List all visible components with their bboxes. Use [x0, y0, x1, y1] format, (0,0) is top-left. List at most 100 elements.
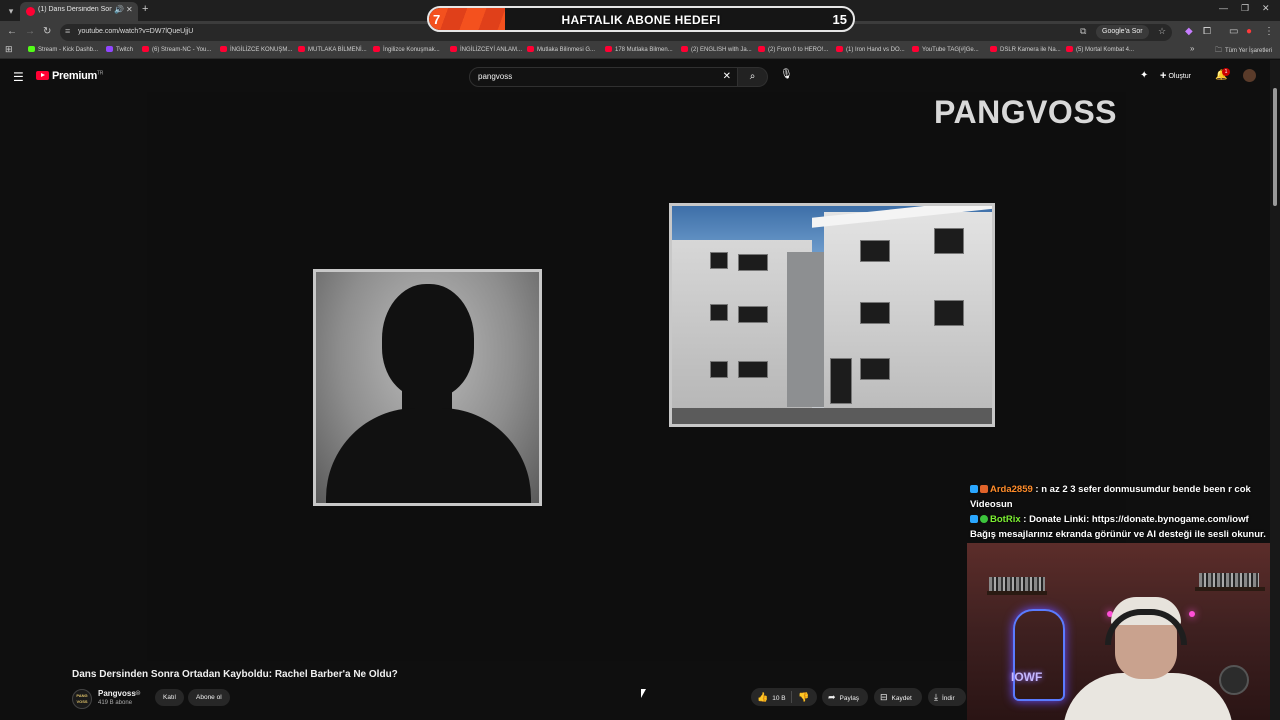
building-window [710, 361, 728, 378]
like-divider [791, 691, 792, 703]
youtube-logo-icon[interactable] [36, 71, 49, 80]
building-window [934, 228, 964, 254]
bookmark-item[interactable]: Twitch [106, 46, 133, 53]
bookmark-item[interactable]: YouTube TAG[#]Ge... [912, 46, 979, 53]
site-info-icon[interactable]: ≡ [65, 26, 70, 36]
cam-neon-light [1189, 611, 1195, 617]
reload-icon[interactable]: ↻ [43, 26, 51, 37]
join-button[interactable]: Katıl [155, 689, 185, 706]
bookmark-item[interactable]: İNGİLİZCE KONUŞM... [220, 46, 292, 53]
bookmark-label: Twitch [116, 47, 134, 53]
profile-icon[interactable]: ● [1246, 26, 1252, 37]
bookmark-item[interactable]: İngilizce Konuşmak... [373, 46, 440, 53]
download-button[interactable]: ⤓ İndir [928, 688, 966, 706]
google-ask-button[interactable]: Google'a Sor [1096, 25, 1149, 39]
subscriber-goal-bar: 7 HAFTALIK ABONE HEDEFI 15 [427, 6, 855, 32]
tab-audio-icon[interactable]: 🔊 [114, 5, 124, 14]
building-photo [669, 203, 995, 427]
tab-search-icon[interactable]: ▾ [5, 5, 17, 17]
voice-search-icon[interactable]: 🎙 [780, 69, 793, 80]
bookmarks-overflow-icon[interactable]: » [1190, 44, 1194, 53]
building-window [738, 254, 768, 271]
bookmark-item[interactable]: (6) Stream-NC - You... [142, 46, 211, 53]
bookmark-item[interactable]: İNGİLİZCEYİ ANLAM... [450, 46, 522, 53]
search-value: pangvoss [478, 72, 513, 81]
bookmark-label: İNGİLİZCE KONUŞM... [230, 47, 293, 53]
like-button[interactable]: 👍 10 B [757, 688, 786, 708]
download-icon: ⤓ [934, 692, 938, 702]
bookmark-label: (6) Stream-NC - You... [152, 47, 212, 53]
cam-neon-sign [1013, 609, 1065, 701]
youtube-masthead: ☰ PremiumTR pangvoss ✕ ⌕ 🎙 ✦ + Oluştur 🔔 … [0, 60, 1270, 92]
building-window [710, 304, 728, 321]
bookmark-star-icon[interactable]: ☆ [1158, 26, 1166, 37]
forward-icon[interactable]: → [25, 26, 35, 37]
bookmark-favicon-icon [527, 46, 534, 52]
bookmark-item[interactable]: (1) Iron Hand vs DO... [836, 46, 905, 53]
bookmark-label: DSLR Kamera ile Na... [1000, 47, 1061, 53]
verified-icon: ⊛ [135, 690, 141, 697]
tab-cast-icon[interactable]: ▭ [1229, 26, 1238, 37]
search-input[interactable]: pangvoss ✕ [469, 67, 738, 87]
chat-username: Arda2859 [990, 484, 1033, 495]
youtube-favicon-icon [26, 7, 35, 16]
building-window [860, 358, 890, 380]
youtube-premium-logo[interactable]: PremiumTR [52, 70, 103, 82]
subscribe-button[interactable]: Abone ol [188, 689, 230, 706]
create-button[interactable]: + Oluştur [1160, 70, 1191, 82]
bookmark-item[interactable]: (5) Mortal Kombat 4... [1066, 46, 1134, 53]
bookmark-item[interactable]: (2) ENGLISH with Ja... [681, 46, 752, 53]
bookmark-item[interactable]: DSLR Kamera ile Na... [990, 46, 1061, 53]
bookmark-item[interactable]: Mutlaka Bilinmesi G... [527, 46, 595, 53]
extensions-puzzle-icon[interactable]: ⧠ [1203, 26, 1211, 37]
apps-grid-icon[interactable]: ⊞ [5, 44, 13, 55]
bookmark-label: YouTube TAG[#]Ge... [922, 47, 979, 53]
save-button[interactable]: ⊟ Kaydet [874, 688, 922, 706]
guide-menu-icon[interactable]: ☰ [13, 70, 24, 84]
notification-count-badge: 1 [1222, 68, 1230, 76]
url-text: youtube.com/watch?v=DW7lQueUjjU [78, 28, 194, 35]
chat-message: BotRix : Donate Linki: https://donate.by… [970, 512, 1270, 542]
channel-name[interactable]: Pangvoss [98, 689, 136, 698]
extension-icon[interactable]: ◆ [1185, 26, 1193, 37]
browser-tab-active[interactable]: (1) Dans Dersinden Sonra O 🔊 ✕ [20, 2, 138, 21]
channel-avatar[interactable]: PANG VOSS [72, 689, 92, 709]
share-button[interactable]: ➦ Paylaş [822, 688, 868, 706]
bookmark-label: 178 Mutlaka Bilmen... [615, 47, 673, 53]
tab-close-icon[interactable]: ✕ [126, 5, 133, 14]
building-ground [672, 408, 992, 424]
mouse-cursor-icon [641, 689, 646, 698]
cam-books [989, 577, 1045, 591]
bookmark-favicon-icon [990, 46, 997, 52]
silhouette-body [326, 408, 531, 503]
save-playlist-icon: ⊟ [880, 692, 888, 702]
building-window [738, 361, 768, 378]
window-close-icon[interactable]: ✕ [1262, 3, 1270, 14]
building-window [860, 240, 890, 262]
silhouette-head [382, 284, 474, 398]
restore-icon[interactable]: ❐ [1241, 3, 1249, 14]
bookmark-item[interactable]: 178 Mutlaka Bilmen... [605, 46, 673, 53]
cast-icon[interactable]: ⧉ [1080, 26, 1086, 37]
bookmark-favicon-icon [373, 46, 380, 52]
back-icon[interactable]: ← [7, 26, 17, 37]
building-window [710, 252, 728, 269]
all-bookmarks[interactable]: 🗀 Tüm Yer İşaretleri [1215, 46, 1272, 57]
bookmark-favicon-icon [912, 46, 919, 52]
bookmark-label: İngilizce Konuşmak... [383, 47, 440, 53]
page-scrollbar-thumb[interactable] [1273, 88, 1277, 206]
search-button[interactable]: ⌕ [738, 67, 768, 87]
dislike-button[interactable]: 👎 [798, 688, 813, 708]
bookmark-item[interactable]: (2) From 0 to HERO!... [758, 46, 828, 53]
bookmark-favicon-icon [681, 46, 688, 52]
menu-dots-icon[interactable]: ⋮ [1264, 26, 1274, 37]
bookmark-label: Mutlaka Bilinmesi G... [537, 47, 596, 53]
chat-username: BotRix [990, 514, 1021, 525]
clear-search-icon[interactable]: ✕ [723, 71, 731, 82]
new-tab-icon[interactable]: + [142, 3, 148, 15]
minimize-icon[interactable]: — [1219, 3, 1228, 13]
studio-icon[interactable]: ✦ [1140, 70, 1148, 81]
account-avatar[interactable] [1243, 69, 1256, 82]
bookmark-item[interactable]: MUTLAKA BİLMENİ... [298, 46, 367, 53]
bookmark-item[interactable]: Stream - Kick Dashb... [28, 46, 98, 53]
